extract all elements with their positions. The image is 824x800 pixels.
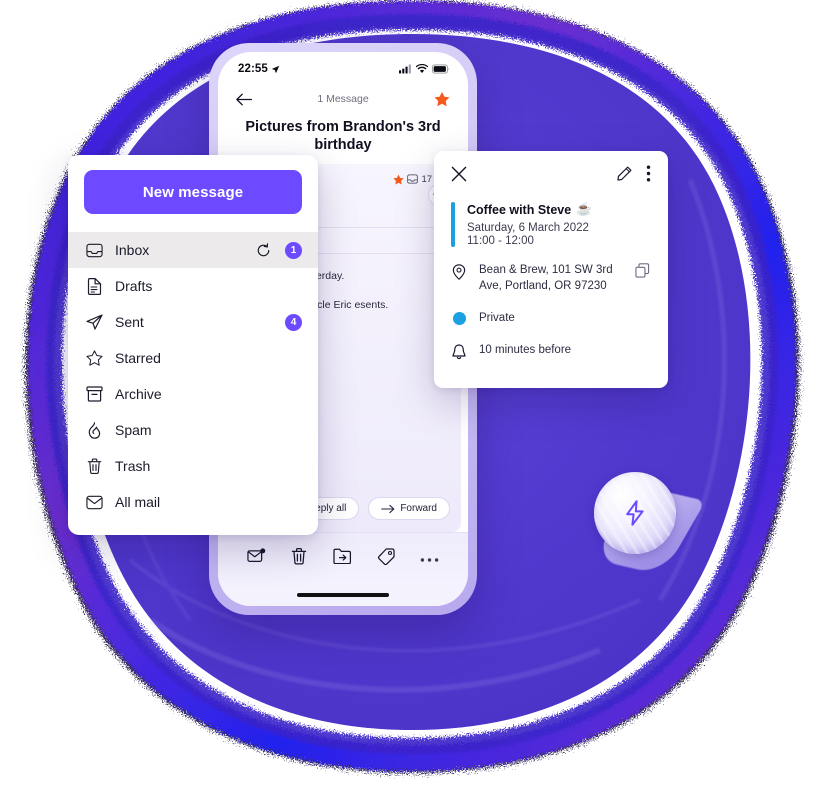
copy-icon [635, 263, 650, 278]
edit-button[interactable] [617, 166, 632, 186]
wifi-icon [416, 64, 428, 74]
puck-cap [594, 472, 676, 554]
back-button[interactable] [234, 93, 254, 106]
sidebar-item-label: Inbox [115, 242, 150, 258]
sidebar-item-sent[interactable]: Sent 4 [68, 304, 318, 340]
event-time: 11:00 - 12:00 [467, 235, 534, 247]
spam-fire-icon [86, 421, 103, 439]
status-time: 22:55 [238, 63, 268, 75]
sidebar-item-label: Spam [115, 422, 152, 438]
forward-button[interactable]: Forward [368, 497, 450, 520]
sidebar-item-label: Archive [115, 386, 162, 402]
battery-icon [432, 64, 450, 74]
mail-sidebar-panel: New message Inbox 1 Drafts Sent 4 Starre… [68, 155, 318, 535]
lightning-badge-3d [588, 462, 708, 580]
event-card-actions [617, 165, 651, 187]
mark-unread-icon [247, 548, 266, 562]
all-mail-icon [86, 495, 103, 510]
sent-icon [86, 314, 103, 330]
promo-composition: 22:55 1 Message Pictures from Brandon's … [0, 0, 824, 800]
status-bar-indicators [399, 64, 450, 74]
delete-button[interactable] [291, 547, 307, 570]
event-title-row: Coffee with Steve ☕ [467, 202, 592, 217]
calendar-event-card: Coffee with Steve ☕ Saturday, 6 March 20… [434, 151, 668, 388]
event-reminder: 10 minutes before [479, 343, 572, 356]
event-card-toolbar [451, 165, 651, 187]
more-options-button[interactable] [646, 165, 651, 187]
trash-icon [292, 547, 307, 565]
sidebar-item-archive[interactable]: Archive [68, 376, 318, 412]
bell-icon [451, 343, 467, 360]
coffee-emoji-icon: ☕ [576, 202, 592, 216]
forward-label: Forward [400, 503, 437, 514]
status-bar-time-group: 22:55 [238, 63, 280, 75]
sidebar-item-spam[interactable]: Spam [68, 412, 318, 448]
sidebar-item-drafts[interactable]: Drafts [68, 268, 318, 304]
more-options-icon [420, 557, 439, 562]
more-vertical-icon [646, 165, 651, 182]
copy-button[interactable] [635, 263, 651, 283]
close-button[interactable] [451, 166, 467, 187]
location-pin-icon [451, 263, 467, 280]
sidebar-item-label: Drafts [115, 278, 153, 294]
inbox-icon [407, 174, 419, 184]
move-to-folder-button[interactable] [333, 548, 352, 569]
location-arrow-icon [271, 65, 280, 73]
forward-arrow-icon [381, 504, 395, 513]
sidebar-item-starred[interactable]: Starred [68, 340, 318, 376]
home-indicator [297, 593, 389, 597]
star-outline-icon [86, 350, 103, 366]
move-to-folder-icon [333, 548, 352, 565]
refresh-icon[interactable] [255, 242, 271, 258]
unread-badge: 1 [285, 241, 302, 259]
sidebar-item-label: Starred [115, 350, 161, 366]
star-filled-icon [393, 174, 405, 185]
event-location: Bean & Brew, 101 SW 3rd Ave, Portland, O… [479, 264, 613, 292]
star-filled-icon [434, 91, 450, 107]
new-message-button[interactable]: New message [84, 170, 302, 214]
event-summary: Coffee with Steve ☕ Saturday, 6 March 20… [451, 202, 651, 247]
event-visibility-row: Private [451, 311, 651, 327]
home-indicator-area [218, 584, 468, 606]
label-button[interactable] [377, 547, 395, 570]
event-title: Coffee with Steve [467, 202, 572, 217]
label-tag-icon [377, 547, 395, 565]
status-bar: 22:55 [218, 52, 468, 82]
star-button[interactable] [432, 91, 452, 107]
cellular-signal-icon [399, 64, 411, 74]
event-text-block: Coffee with Steve ☕ Saturday, 6 March 20… [467, 202, 592, 247]
pencil-edit-icon [617, 166, 632, 181]
back-arrow-icon [236, 93, 252, 105]
sidebar-item-label: Sent [115, 314, 144, 330]
trash-icon [86, 458, 103, 475]
more-options-button[interactable] [420, 550, 439, 568]
event-color-bar [451, 202, 455, 247]
close-x-icon [451, 166, 467, 181]
sidebar-item-inbox[interactable]: Inbox 1 [68, 232, 318, 268]
message-nav-bar: 1 Message [218, 82, 468, 116]
event-location-row[interactable]: Bean & Brew, 101 SW 3rd Ave, Portland, O… [451, 263, 651, 295]
event-reminder-row: 10 minutes before [451, 343, 651, 360]
sidebar-item-label: All mail [115, 494, 161, 510]
privacy-dot-icon [451, 311, 467, 325]
event-visibility: Private [479, 311, 515, 324]
sidebar-item-trash[interactable]: Trash [68, 448, 318, 484]
archive-icon [86, 386, 103, 402]
mark-unread-button[interactable] [247, 548, 266, 569]
draft-icon [86, 277, 103, 295]
inbox-icon [86, 243, 103, 258]
event-date: Saturday, 6 March 2022 [467, 222, 589, 234]
unread-badge: 4 [285, 313, 302, 331]
lightning-bolt-icon [626, 500, 644, 526]
message-toolbar [218, 532, 468, 584]
sidebar-item-all-mail[interactable]: All mail [68, 484, 318, 520]
sidebar-item-label: Trash [115, 458, 151, 474]
message-count-title: 1 Message [317, 93, 369, 105]
